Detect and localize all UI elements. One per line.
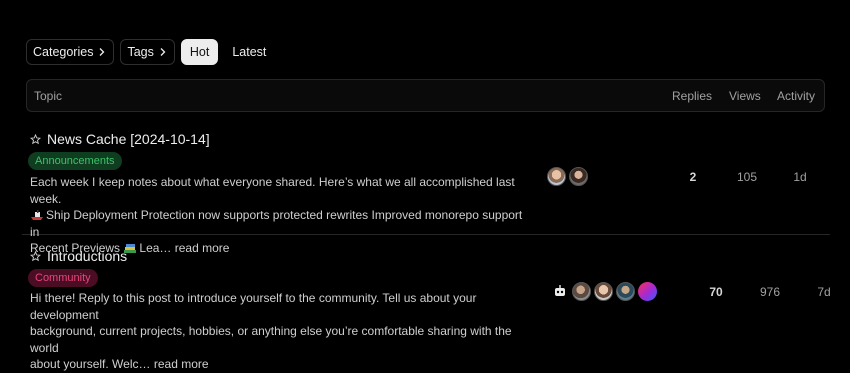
excerpt-line-3: about yourself. Welc… read more — [30, 357, 209, 371]
topic-title: News Cache [2024-10-14] — [47, 131, 210, 147]
pin-icon — [30, 133, 41, 144]
views-count: 976 — [759, 285, 781, 299]
topic-column-header: Topic — [34, 89, 63, 103]
activity-time: 1d — [793, 170, 807, 184]
avatar[interactable] — [616, 282, 635, 301]
topic-title: Introductions — [47, 248, 128, 264]
excerpt-line: background, current projects, hobbies, o… — [30, 324, 512, 355]
chevron-right-icon — [99, 48, 105, 56]
excerpt-line: Each week I keep notes about what everyo… — [30, 175, 515, 206]
chevron-right-icon — [160, 48, 166, 56]
pin-icon — [30, 250, 41, 261]
tab-latest[interactable]: Latest — [224, 39, 275, 65]
participants-avatars — [550, 282, 657, 301]
category-badge-community[interactable]: Community — [28, 269, 98, 287]
tab-latest-label: Latest — [232, 45, 267, 59]
robot-icon[interactable] — [550, 282, 569, 301]
activity-time: 7d — [817, 285, 831, 299]
topic-filter-nav: Categories Tags Hot Latest — [26, 39, 275, 65]
avatar[interactable] — [638, 282, 657, 301]
read-more-link[interactable]: read more — [154, 357, 209, 371]
replies-count: 70 — [709, 285, 723, 299]
replies-column-header: Replies — [672, 89, 713, 103]
tags-label: Tags — [127, 45, 154, 59]
participants-avatars — [547, 167, 588, 186]
tags-dropdown[interactable]: Tags — [120, 39, 175, 65]
tab-hot[interactable]: Hot — [180, 39, 219, 65]
avatar[interactable] — [594, 282, 613, 301]
categories-dropdown[interactable]: Categories — [26, 39, 115, 65]
avatar[interactable] — [547, 167, 566, 186]
topic-table-header: Topic Replies Views Activity — [26, 79, 825, 112]
topic-row[interactable]: Introductions Community Hi there! Reply … — [22, 235, 831, 371]
activity-column-header: Activity — [777, 89, 816, 103]
views-count: 105 — [736, 170, 758, 184]
tab-hot-label: Hot — [189, 45, 210, 59]
topic-row[interactable]: News Cache [2024-10-14] Announcements Ea… — [22, 120, 830, 255]
avatar[interactable] — [569, 167, 588, 186]
replies-count: 2 — [689, 170, 697, 184]
avatar[interactable] — [572, 282, 591, 301]
excerpt-line: Hi there! Reply to this post to introduc… — [30, 291, 477, 322]
topic-title-link[interactable]: Introductions — [30, 248, 127, 264]
category-badge-announcements[interactable]: Announcements — [28, 152, 122, 170]
categories-label: Categories — [33, 45, 94, 59]
views-column-header: Views — [729, 89, 761, 103]
topic-excerpt: Hi there! Reply to this post to introduc… — [30, 290, 530, 373]
topic-title-link[interactable]: News Cache [2024-10-14] — [30, 131, 210, 147]
ship-emoji-icon — [31, 210, 43, 220]
